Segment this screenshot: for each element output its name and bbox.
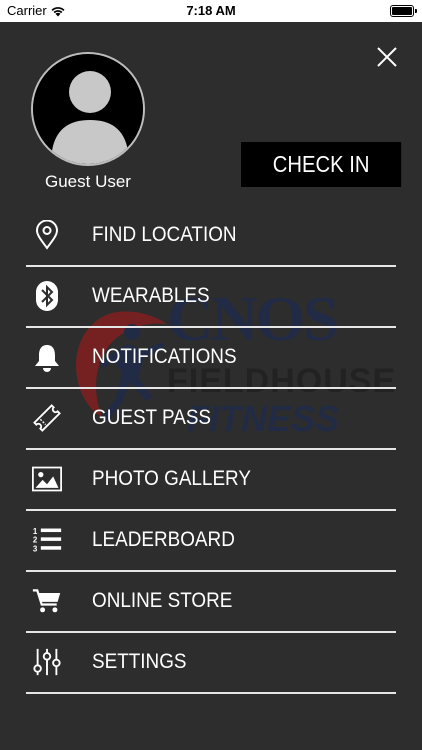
menu-item-wearables[interactable]: WEARABLES <box>26 267 396 328</box>
battery-icon <box>390 5 414 17</box>
menu-item-label: PHOTO GALLERY <box>92 467 251 490</box>
menu-item-label: NOTIFICATIONS <box>92 345 237 368</box>
menu-item-label: LEADERBOARD <box>92 528 235 551</box>
menu-item-notifications[interactable]: NOTIFICATIONS <box>26 328 396 389</box>
menu-item-photo-gallery[interactable]: PHOTO GALLERY <box>26 450 396 511</box>
svg-text:3: 3 <box>33 544 38 553</box>
guest-user-name: Guest User <box>45 172 131 191</box>
clock: 7:18 AM <box>186 3 236 18</box>
battery-tip <box>415 9 417 13</box>
side-menu: FIND LOCATION WEARABLES NOTIFICATIONS GU… <box>26 206 396 694</box>
menu-item-label: SETTINGS <box>92 650 187 673</box>
menu-item-label: WEARABLES <box>92 284 210 307</box>
menu-item-settings[interactable]: SETTINGS <box>26 633 396 694</box>
sliders-icon <box>32 647 62 677</box>
user-silhouette-icon <box>33 54 143 164</box>
menu-item-find-location[interactable]: FIND LOCATION <box>26 206 396 267</box>
bell-icon <box>32 342 62 372</box>
avatar[interactable] <box>31 52 145 166</box>
numbered-list-icon: 1 2 3 <box>32 525 62 555</box>
shopping-cart-icon <box>32 586 62 616</box>
check-in-button[interactable]: CHECK IN <box>241 142 402 187</box>
menu-item-label: FIND LOCATION <box>92 223 237 246</box>
bluetooth-icon <box>32 281 62 311</box>
location-pin-icon <box>32 220 62 250</box>
svg-text:2: 2 <box>33 536 38 545</box>
close-icon[interactable] <box>372 42 402 72</box>
menu-item-online-store[interactable]: ONLINE STORE <box>26 572 396 633</box>
svg-text:1: 1 <box>33 527 38 536</box>
menu-item-label: ONLINE STORE <box>92 589 233 612</box>
menu-item-leaderboard[interactable]: 1 2 3 LEADERBOARD <box>26 511 396 572</box>
menu-item-guest-pass[interactable]: GUEST PASS <box>26 389 396 450</box>
status-bar: Carrier 7:18 AM <box>0 0 422 22</box>
ticket-icon <box>32 403 62 433</box>
image-icon <box>32 464 62 494</box>
check-in-label: CHECK IN <box>272 151 370 177</box>
menu-item-label: GUEST PASS <box>92 406 212 429</box>
